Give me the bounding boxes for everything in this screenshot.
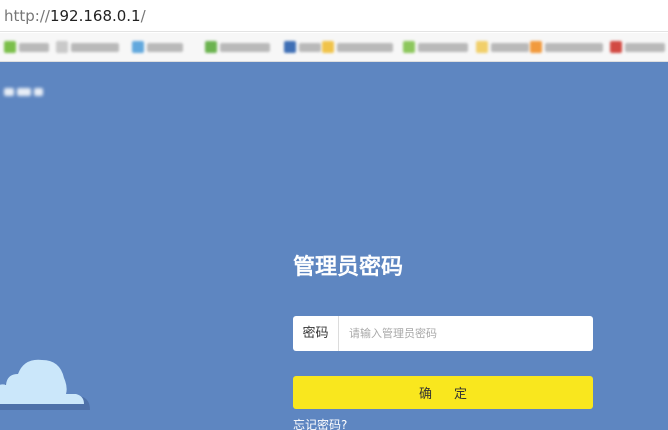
url-scheme: http://: [4, 7, 50, 25]
browser-address-bar[interactable]: http://192.168.0.1/: [0, 0, 668, 32]
bookmarks-bar: [0, 33, 668, 62]
bookmark-label-blurred: [299, 42, 321, 52]
blue-favicon-icon: [284, 41, 296, 53]
bookmark-label-blurred: [625, 42, 665, 52]
bookmark-label-blurred: [418, 42, 468, 52]
page-favicon-icon: [56, 41, 68, 53]
bookmark-label-blurred: [220, 42, 270, 52]
bookmark-item[interactable]: [476, 40, 529, 54]
bookmark-item[interactable]: [4, 40, 49, 54]
bookmark-item[interactable]: [132, 40, 183, 54]
url-host: 192.168.0.1: [49, 7, 141, 25]
green-favicon-icon: [403, 41, 415, 53]
url-text[interactable]: http://192.168.0.1/: [4, 6, 146, 26]
bookmark-item[interactable]: [403, 40, 468, 54]
red-favicon-icon: [610, 41, 622, 53]
bookmark-item[interactable]: [322, 40, 393, 54]
brand-logo: [4, 86, 46, 98]
page-title: 管理员密码: [293, 255, 404, 280]
url-path: /: [140, 7, 146, 25]
bookmark-item[interactable]: [284, 40, 321, 54]
blue-favicon-icon: [132, 41, 144, 53]
bookmark-label-blurred: [545, 42, 603, 52]
yellow-favicon-icon: [322, 41, 334, 53]
bookmark-item[interactable]: [610, 40, 665, 54]
router-login-page: 管理员密码 密码 确定 忘记密码?: [0, 62, 668, 430]
forgot-password-link[interactable]: 忘记密码?: [293, 417, 347, 430]
password-field[interactable]: 密码: [293, 316, 593, 351]
bookmark-label-blurred: [337, 42, 393, 52]
green-favicon-icon: [4, 41, 16, 53]
confirm-button[interactable]: 确定: [293, 376, 593, 409]
bookmark-label-blurred: [71, 42, 119, 52]
bookmark-label-blurred: [491, 42, 529, 52]
bookmark-item[interactable]: [530, 40, 603, 54]
orange-favicon-icon: [530, 41, 542, 53]
bookmark-item[interactable]: [56, 40, 119, 54]
cloud-icon: [0, 359, 90, 410]
bookmark-item[interactable]: [205, 40, 270, 54]
bookmark-label-blurred: [147, 42, 183, 52]
password-input[interactable]: [340, 316, 590, 351]
bookmark-label-blurred: [19, 42, 49, 52]
password-label: 密码: [293, 316, 339, 351]
green-favicon-icon: [205, 41, 217, 53]
folder-favicon-icon: [476, 41, 488, 53]
